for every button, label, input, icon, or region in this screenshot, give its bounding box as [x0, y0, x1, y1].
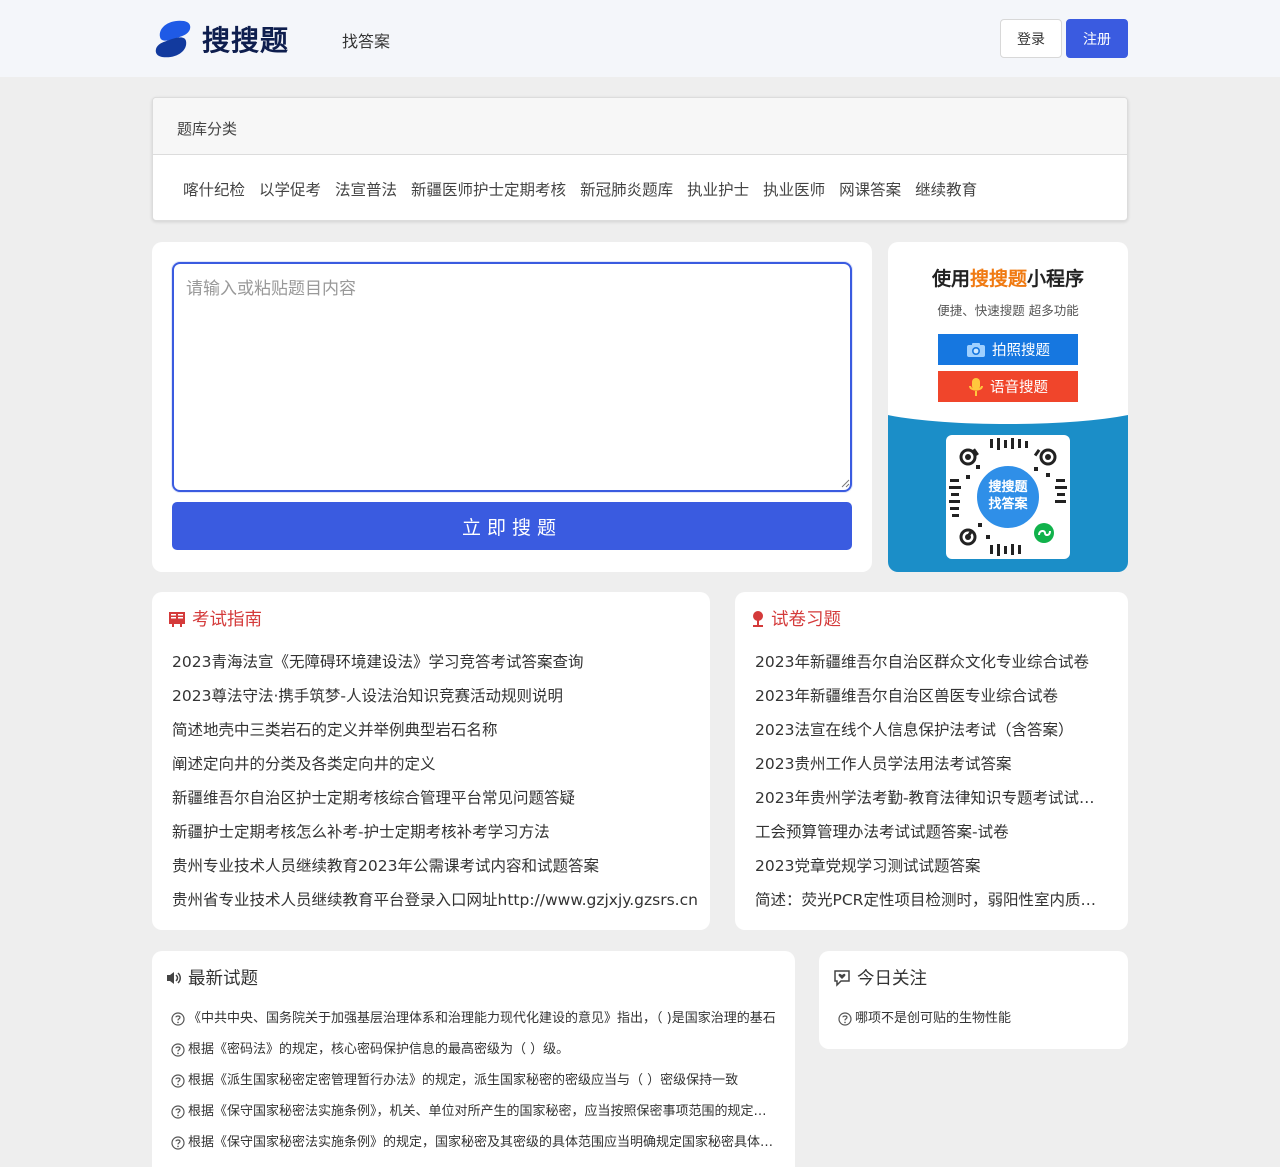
question-text: 《中共中央、国务院关于加强基层治理体系和治理能力现代化建设的意见》指出，（ )是…: [188, 1011, 776, 1026]
question-mark-icon: [171, 1074, 185, 1088]
category-item[interactable]: 继续教育: [915, 178, 977, 200]
category-item[interactable]: 以学促考: [259, 178, 321, 200]
question-mark-icon: [171, 1136, 185, 1150]
papers-link[interactable]: 2023年新疆维吾尔自治区群众文化专业综合试卷: [755, 649, 1110, 683]
voice-search-button[interactable]: 语音搜题: [938, 371, 1078, 402]
search-button[interactable]: 立即搜题: [172, 502, 852, 550]
question-mark-icon: [171, 1043, 185, 1057]
top-header: 搜搜题 找答案 登录 注册: [0, 0, 1280, 77]
latest-questions-list: 《中共中央、国务院关于加强基层治理体系和治理能力现代化建设的意见》指出，（ )是…: [171, 1009, 776, 1164]
pin-icon: [753, 610, 763, 627]
exam-papers-list: 2023年新疆维吾尔自治区群众文化专业综合试卷 2023年新疆维吾尔自治区兽医专业…: [755, 649, 1110, 921]
category-title: 题库分类: [153, 98, 1127, 155]
category-item[interactable]: 执业护士: [687, 178, 749, 200]
category-item[interactable]: 执业医师: [763, 178, 825, 200]
guide-link[interactable]: 简述地壳中三类岩石的定义并举例典型岩石名称: [172, 717, 702, 751]
nav-find-answer[interactable]: 找答案: [342, 28, 390, 52]
question-text: 哪项不是创可贴的生物性能: [855, 1011, 1012, 1026]
papers-link[interactable]: 2023贵州工作人员学法用法考试答案: [755, 751, 1110, 785]
category-item[interactable]: 网课答案: [839, 178, 901, 200]
exam-guide-list: 2023青海法宣《无障碍环境建设法》学习竞答考试答案查询 2023尊法守法·携手筑…: [172, 649, 702, 921]
category-item[interactable]: 法宣普法: [335, 178, 397, 200]
guide-link[interactable]: 贵州省专业技术人员继续教育平台登录入口网址http://www.gzjxjy.g…: [172, 887, 702, 921]
mini-program-panel: 使用搜搜题小程序 便捷、快速搜题 超多功能 拍照搜题 语音搜题 搜搜题 找答案: [888, 242, 1128, 572]
guide-link[interactable]: 新疆护士定期考核怎么补考-护士定期考核补考学习方法: [172, 819, 702, 853]
papers-link[interactable]: 2023年贵州学法考勤-教育法律知识专题考试试卷答案: [755, 785, 1110, 819]
question-item[interactable]: 《中共中央、国务院关于加强基层治理体系和治理能力现代化建设的意见》指出，（ )是…: [171, 1009, 776, 1040]
register-button[interactable]: 注册: [1066, 19, 1128, 58]
latest-questions-panel: 最新试题 《中共中央、国务院关于加强基层治理体系和治理能力现代化建设的意见》指出…: [152, 951, 795, 1167]
exam-papers-panel: 试卷习题 2023年新疆维吾尔自治区群众文化专业综合试卷 2023年新疆维吾尔自治…: [735, 592, 1128, 930]
latest-questions-title: 最新试题: [166, 965, 258, 990]
category-list: 喀什纪检 以学促考 法宣普法 新疆医师护士定期考核 新冠肺炎题库 执业护士 执业医师 网课答案…: [183, 178, 977, 200]
speaker-icon: [167, 971, 181, 984]
camera-icon: [967, 342, 985, 357]
papers-link[interactable]: 2023党章党规学习测试试题答案: [755, 853, 1110, 887]
question-text: 根据《派生国家秘密定密管理暂行办法》的规定，派生国家秘密的密级应当与（ ）密级保…: [188, 1073, 739, 1088]
brand-name: 搜搜题: [202, 24, 290, 57]
guide-link[interactable]: 贵州专业技术人员继续教育2023年公需课考试内容和试题答案: [172, 853, 702, 887]
question-text: 根据《保守国家秘密法实施条例》，机关、单位对所产生的国家秘密，应当按照保密事项范…: [188, 1104, 776, 1119]
papers-link[interactable]: 工会预算管理办法考试试题答案-试卷: [755, 819, 1110, 853]
question-item[interactable]: 哪项不是创可贴的生物性能: [838, 1009, 1118, 1040]
today-focus-panel: 今日关注 哪项不是创可贴的生物性能: [819, 951, 1128, 1049]
category-item[interactable]: 喀什纪检: [183, 178, 245, 200]
search-panel: 立即搜题: [152, 242, 872, 572]
logo-mark-icon: [155, 20, 191, 58]
mini-program-title: 使用搜搜题小程序: [931, 268, 1085, 290]
question-item[interactable]: 根据《保守国家秘密法实施条例》，机关、单位对所产生的国家秘密，应当按照保密事项范…: [171, 1102, 776, 1133]
guide-book-icon: [169, 611, 185, 627]
category-item[interactable]: 新疆医师护士定期考核: [411, 178, 566, 200]
guide-link[interactable]: 新疆维吾尔自治区护士定期考核综合管理平台常见问题答疑: [172, 785, 702, 819]
exam-guide-panel: 考试指南 2023青海法宣《无障碍环境建设法》学习竞答考试答案查询 2023尊法守…: [152, 592, 710, 930]
question-text: 根据《保守国家秘密法实施条例》的规定，国家秘密及其密级的具体范围应当明确规定国家…: [188, 1135, 776, 1150]
login-button[interactable]: 登录: [1000, 19, 1062, 58]
mini-program-qr-code[interactable]: 搜搜题 找答案: [946, 435, 1070, 559]
question-mark-icon: [838, 1012, 852, 1026]
exam-papers-title: 试卷习题: [751, 606, 841, 631]
question-item[interactable]: 根据《密码法》的规定，核心密码保护信息的最高密级为（ ）级。: [171, 1040, 776, 1071]
question-mark-icon: [171, 1012, 185, 1026]
question-item[interactable]: 根据《保守国家秘密法实施条例》的规定，国家秘密及其密级的具体范围应当明确规定国家…: [171, 1133, 776, 1164]
brand-logo[interactable]: 搜搜题: [154, 19, 289, 59]
papers-link[interactable]: 2023法宣在线个人信息保护法考试（含答案）: [755, 717, 1110, 751]
guide-link[interactable]: 2023青海法宣《无障碍环境建设法》学习竞答考试答案查询: [172, 649, 702, 683]
question-mark-icon: [171, 1105, 185, 1119]
resize-handle-icon[interactable]: [840, 478, 850, 488]
chat-heart-icon: [834, 969, 850, 987]
question-text: 根据《密码法》的规定，核心密码保护信息的最高密级为（ ）级。: [188, 1042, 570, 1057]
microphone-icon: [969, 377, 983, 396]
exam-guide-title: 考试指南: [168, 606, 262, 631]
category-item[interactable]: 新冠肺炎题库: [580, 178, 673, 200]
today-focus-title: 今日关注: [833, 965, 927, 990]
question-input[interactable]: [172, 262, 852, 492]
qr-label: 搜搜题 找答案: [988, 480, 1028, 512]
guide-link[interactable]: 2023尊法守法·携手筑梦-人设法治知识竞赛活动规则说明: [172, 683, 702, 717]
today-focus-list: 哪项不是创可贴的生物性能: [838, 1009, 1118, 1040]
category-panel: 题库分类 喀什纪检 以学促考 法宣普法 新疆医师护士定期考核 新冠肺炎题库 执业护士 执业医…: [152, 97, 1128, 221]
question-item[interactable]: 根据《派生国家秘密定密管理暂行办法》的规定，派生国家秘密的密级应当与（ ）密级保…: [171, 1071, 776, 1102]
photo-search-button[interactable]: 拍照搜题: [938, 334, 1078, 365]
papers-link[interactable]: 2023年新疆维吾尔自治区兽医专业综合试卷: [755, 683, 1110, 717]
guide-link[interactable]: 阐述定向井的分类及各类定向井的定义: [172, 751, 702, 785]
mini-program-subtitle: 便捷、快速搜题 超多功能: [937, 303, 1079, 318]
papers-link[interactable]: 简述：荧光PCR定性项目检测时，弱阳性室内质控品的作用: [755, 887, 1110, 921]
